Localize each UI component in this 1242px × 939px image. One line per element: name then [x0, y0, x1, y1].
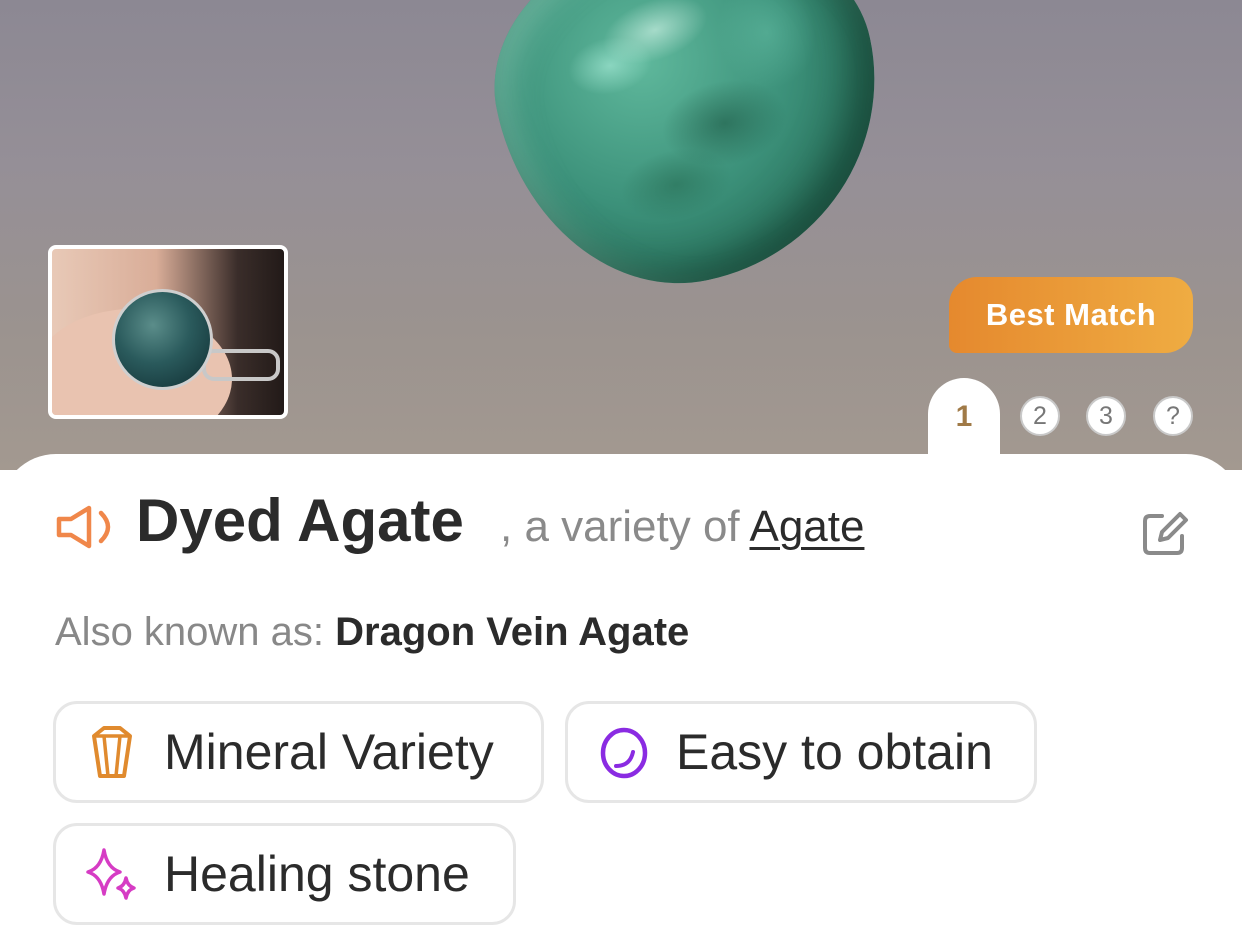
thumbnail-ring-band: [202, 349, 280, 381]
aka-label: Also known as:: [55, 610, 336, 654]
stone-name: Dyed Agate: [136, 487, 464, 554]
chip-mineral-variety[interactable]: Mineral Variety: [53, 701, 544, 803]
thumbnail-bead: [112, 289, 213, 390]
chip-healing-stone[interactable]: Healing stone: [53, 823, 516, 925]
tab-label: 1: [955, 400, 973, 433]
chip-label: Mineral Variety: [164, 724, 494, 780]
best-match-badge: Best Match: [949, 277, 1193, 353]
chip-label: Healing stone: [164, 846, 470, 902]
stone-ring-icon: [600, 727, 648, 779]
edit-icon[interactable]: [1140, 508, 1190, 558]
parent-stone-link[interactable]: Agate: [749, 502, 864, 551]
sparkle-icon: [86, 848, 136, 900]
stone-photo: [467, 0, 913, 316]
also-known-as: Also known as: Dragon Vein Agate: [55, 610, 689, 655]
tab-result-1[interactable]: 1: [928, 378, 1000, 478]
variety-line: , a variety of Agate: [500, 502, 864, 552]
aka-value: Dragon Vein Agate: [335, 610, 690, 654]
chip-label: Easy to obtain: [676, 724, 993, 780]
speaker-icon[interactable]: [55, 504, 125, 550]
variety-prefix: , a variety of: [500, 502, 750, 551]
crystal-icon: [92, 726, 132, 778]
tab-result-3[interactable]: 3: [1086, 396, 1126, 436]
user-photo-thumbnail[interactable]: [48, 245, 288, 419]
tab-result-unknown[interactable]: ?: [1153, 396, 1193, 436]
tab-result-2[interactable]: 2: [1020, 396, 1060, 436]
chip-easy-to-obtain[interactable]: Easy to obtain: [565, 701, 1037, 803]
